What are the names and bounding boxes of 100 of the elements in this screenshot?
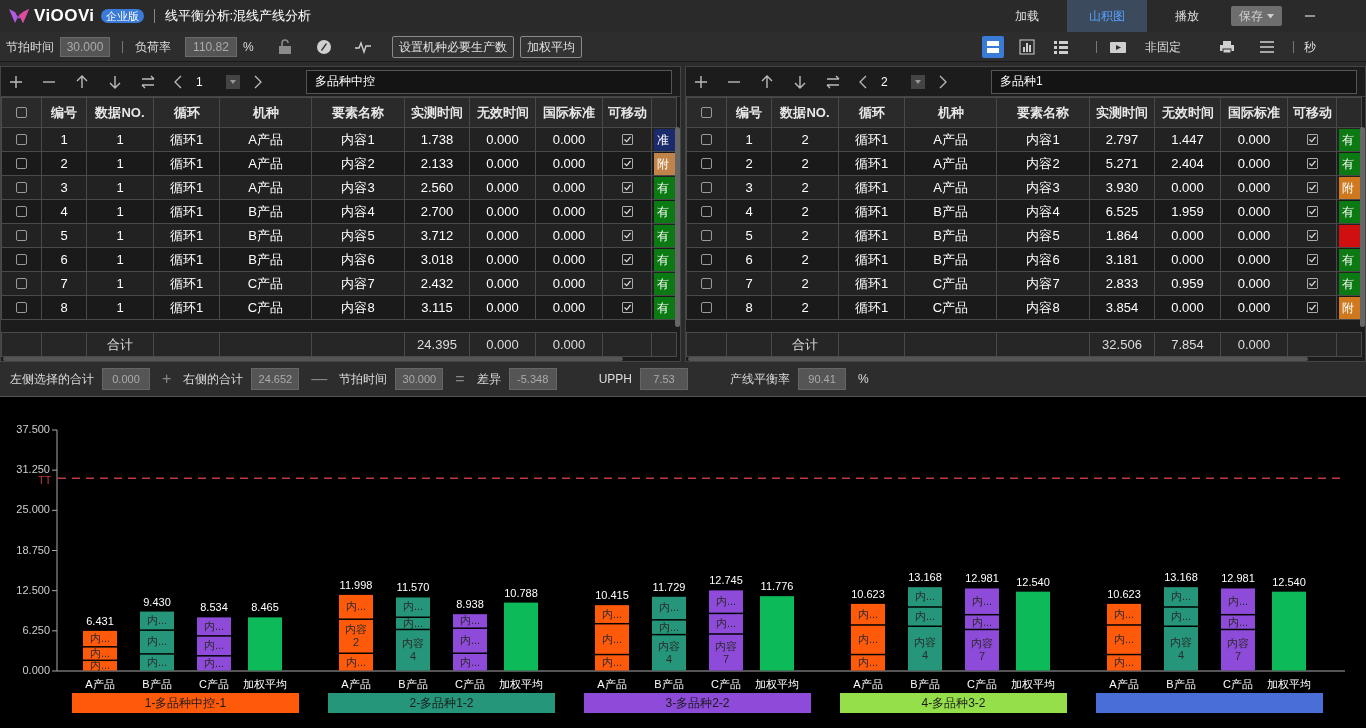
checkbox[interactable] xyxy=(621,302,633,313)
dropdown-icon[interactable] xyxy=(226,74,240,89)
table-cell: 0.000 xyxy=(1220,127,1288,152)
lock-icon[interactable] xyxy=(277,38,292,55)
split-view-icon[interactable] xyxy=(982,35,1004,58)
table-cell: A产品 xyxy=(904,175,997,200)
checkbox[interactable] xyxy=(621,134,633,145)
checkbox[interactable] xyxy=(621,182,633,193)
checkbox[interactable] xyxy=(701,302,712,313)
column-header: 无效时间 xyxy=(469,97,536,128)
total-cell: 0.000 xyxy=(535,332,603,357)
summary-field[interactable]: 90.41 xyxy=(798,368,847,390)
checkbox[interactable] xyxy=(701,158,712,169)
checkbox[interactable] xyxy=(621,278,633,289)
total-label: 合计 xyxy=(771,332,839,357)
tick-mark xyxy=(51,630,58,632)
checkbox[interactable] xyxy=(621,158,633,169)
scrollbar[interactable] xyxy=(675,127,680,327)
toolbar-button[interactable]: 加权平均 xyxy=(519,35,582,58)
caret-icon xyxy=(1267,13,1274,19)
checkbox[interactable] xyxy=(16,158,27,169)
status-tag: 有 xyxy=(654,296,676,319)
scrollbar[interactable] xyxy=(688,357,1308,361)
summary-field[interactable]: 30.000 xyxy=(395,368,444,390)
checkbox[interactable] xyxy=(701,134,712,145)
takt-time-field[interactable]: 30.000 xyxy=(60,36,110,57)
total-cell: 32.506 xyxy=(1089,332,1155,357)
chevron-left-icon[interactable] xyxy=(859,74,867,89)
down-arrow-icon[interactable] xyxy=(793,74,807,89)
video-icon[interactable] xyxy=(1109,39,1127,54)
table-cell: 内容3 xyxy=(311,175,405,200)
checkbox[interactable] xyxy=(701,278,712,289)
down-arrow-icon[interactable] xyxy=(108,74,122,89)
category-label: A产品 xyxy=(1108,677,1140,692)
checkbox[interactable] xyxy=(1306,230,1318,241)
dropdown-icon[interactable] xyxy=(911,74,925,89)
group-label: 4-多品种3-2 xyxy=(840,693,1067,713)
field-label: 负荷率 xyxy=(135,38,171,56)
table-cell: 循环1 xyxy=(838,199,905,224)
checkbox[interactable] xyxy=(16,302,27,313)
scrollbar[interactable] xyxy=(3,357,623,361)
checkbox[interactable] xyxy=(701,230,712,241)
chevron-left-icon[interactable] xyxy=(174,74,182,89)
top-tab[interactable]: 山积图 xyxy=(1067,0,1147,32)
table-cell: 2 xyxy=(771,199,839,224)
checkbox[interactable] xyxy=(16,134,27,145)
checkbox[interactable] xyxy=(1306,278,1318,289)
add-icon[interactable] xyxy=(9,74,23,89)
swap-icon[interactable] xyxy=(141,74,155,89)
toolbar-button[interactable]: 设置机种必要生产数 xyxy=(391,35,514,58)
checkbox[interactable] xyxy=(16,278,27,289)
checkbox[interactable] xyxy=(1306,206,1318,217)
category-label: 加权平均 xyxy=(242,677,288,692)
checkbox[interactable] xyxy=(621,230,633,241)
checkbox[interactable] xyxy=(701,206,712,217)
top-tab[interactable]: 播放 xyxy=(1147,0,1227,32)
waveform-icon[interactable] xyxy=(353,39,372,54)
checkbox[interactable] xyxy=(1306,134,1318,145)
name-field[interactable]: 多品种中控 xyxy=(306,69,672,94)
swap-icon[interactable] xyxy=(826,74,840,89)
add-icon[interactable] xyxy=(694,74,708,89)
table-cell: 循环1 xyxy=(153,247,220,272)
table-cell: 循环1 xyxy=(838,223,905,248)
page-number: 1 xyxy=(196,73,204,91)
up-arrow-icon[interactable] xyxy=(760,74,774,89)
checkbox[interactable] xyxy=(16,254,27,265)
status-tag: 有 xyxy=(654,200,676,223)
chevron-right-icon[interactable] xyxy=(254,74,262,89)
scrollbar[interactable] xyxy=(1360,127,1365,327)
checkbox[interactable] xyxy=(1306,182,1318,193)
checkbox[interactable] xyxy=(701,182,712,193)
checkbox[interactable] xyxy=(621,206,633,217)
checkbox[interactable] xyxy=(701,107,712,118)
table-cell: A产品 xyxy=(904,127,997,152)
checkbox[interactable] xyxy=(16,107,27,118)
summary-field[interactable]: 24.652 xyxy=(251,368,300,390)
chevron-right-icon[interactable] xyxy=(939,74,947,89)
checkbox[interactable] xyxy=(1306,302,1318,313)
checkbox[interactable] xyxy=(16,230,27,241)
summary-field[interactable]: 0.000 xyxy=(102,368,150,390)
top-tab[interactable]: 加载 xyxy=(987,0,1067,32)
summary-field[interactable]: 7.53 xyxy=(640,368,689,390)
checkbox[interactable] xyxy=(16,206,27,217)
table-cell: 内容5 xyxy=(996,223,1090,248)
table-cell: 2 xyxy=(771,295,839,320)
summary-field[interactable]: -5.348 xyxy=(508,368,557,390)
menu-icon[interactable] xyxy=(1259,40,1275,53)
up-arrow-icon[interactable] xyxy=(75,74,89,89)
checkbox[interactable] xyxy=(1306,158,1318,169)
segment-label: 内... xyxy=(401,616,425,630)
table-cell: 3.018 xyxy=(404,247,470,272)
load-rate-field[interactable]: 110.82 xyxy=(185,36,237,57)
printer-icon[interactable] xyxy=(1219,39,1235,54)
value-label: 10.623 xyxy=(1106,586,1142,602)
name-field[interactable]: 多品种1 xyxy=(991,69,1357,94)
checkbox[interactable] xyxy=(16,182,27,193)
save-button[interactable]: 保存 xyxy=(1231,6,1282,26)
checkbox[interactable] xyxy=(1306,254,1318,265)
checkbox[interactable] xyxy=(621,254,633,265)
checkbox[interactable] xyxy=(701,254,712,265)
